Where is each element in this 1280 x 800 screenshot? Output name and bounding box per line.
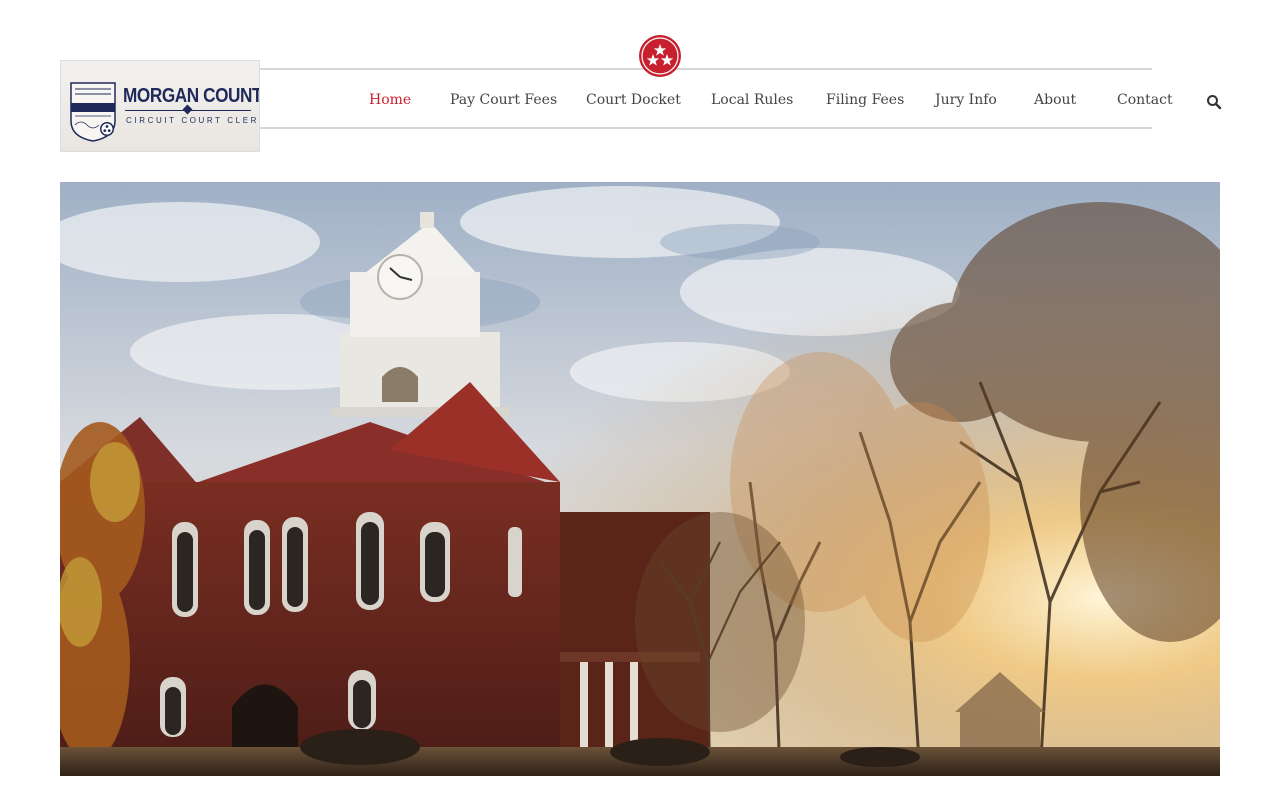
nav-item-pay-court-fees[interactable]: Pay Court Fees: [450, 92, 557, 108]
nav-item-contact[interactable]: Contact: [1117, 92, 1173, 108]
main-navigation: Home Pay Court Fees Court Docket Local R…: [0, 0, 1280, 160]
courthouse-photo: [60, 182, 1220, 776]
nav-item-filing-fees[interactable]: Filing Fees: [826, 92, 904, 108]
nav-item-court-docket[interactable]: Court Docket: [586, 92, 681, 108]
nav-item-about[interactable]: About: [1034, 92, 1076, 108]
nav-item-home[interactable]: Home: [369, 92, 411, 108]
search-icon[interactable]: [1206, 94, 1222, 110]
nav-item-jury-info[interactable]: Jury Info: [935, 92, 997, 108]
site-header: MORGAN COUNTY CIRCUIT COURT CLERK Home P…: [0, 0, 1280, 160]
hero-courthouse-image: [60, 182, 1220, 776]
nav-item-local-rules[interactable]: Local Rules: [711, 92, 793, 108]
